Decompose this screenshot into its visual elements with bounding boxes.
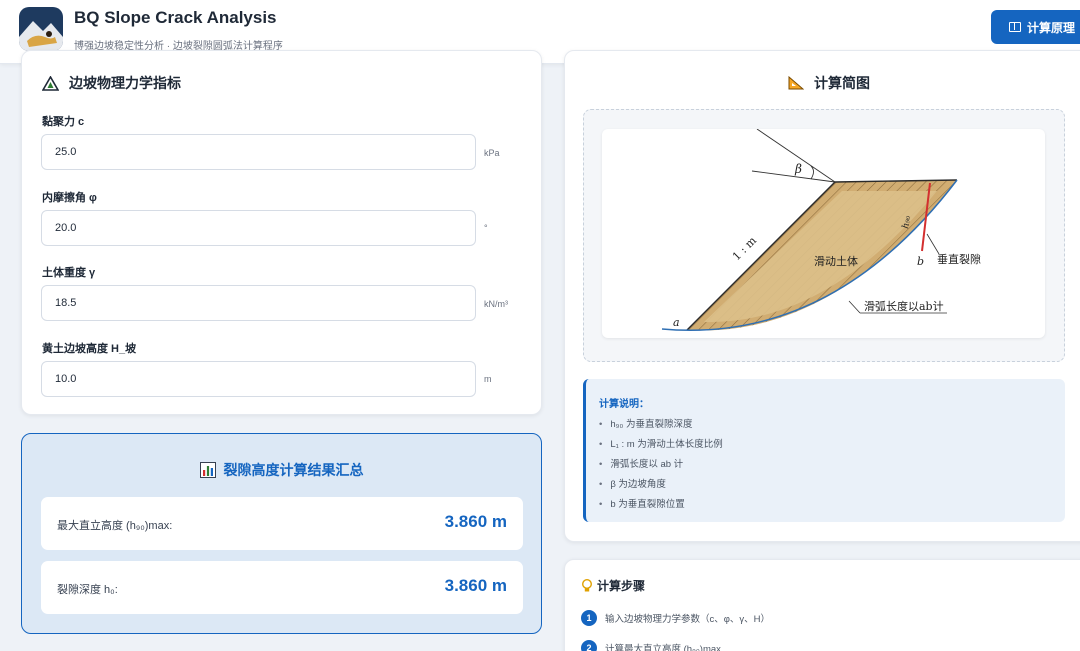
diagram-frame: β 1 : m 滑动土体 h₉₀ b 垂直裂隙 a 滑弧长度以ab计 [583, 109, 1065, 362]
note-item: L₁ : m 为滑动土体长度比例 [599, 435, 722, 455]
a-label: a [673, 316, 680, 329]
unit-weight-input[interactable]: 18.5 [41, 285, 476, 321]
cohesion-input[interactable]: 25.0 [41, 134, 476, 170]
unit-weight-label: 土体重度 γ [42, 267, 96, 279]
result-row-max-height: 最大直立高度 (h₉₀)max: 3.860 m [41, 497, 523, 550]
set-square-icon [788, 76, 804, 90]
parameters-header: 边坡物理力学指标 [42, 73, 181, 93]
notes-title: 计算说明： [599, 399, 649, 410]
app-title: BQ Slope Crack Analysis [74, 8, 277, 27]
calculation-notes: 计算说明： h₉₀ 为垂直裂隙深度 L₁ : m 为滑动土体长度比例 滑弧长度以… [583, 379, 1065, 522]
app-logo [19, 7, 63, 51]
notes-list: h₉₀ 为垂直裂隙深度 L₁ : m 为滑动土体长度比例 滑弧长度以 ab 计 … [599, 415, 723, 515]
slope-height-input[interactable]: 10.0 [41, 361, 476, 397]
cohesion-label: 黏聚力 c [42, 116, 85, 128]
steps-title: 计算步骤 [597, 579, 646, 593]
bar-chart-icon [199, 462, 216, 478]
cohesion-unit: kPa [484, 148, 500, 158]
parameters-card: 边坡物理力学指标 黏聚力 c 25.0 kPa 内摩擦角 φ 20.0 ° 土体… [21, 50, 542, 415]
step-number: 1 [581, 610, 597, 626]
beta-label: β [794, 162, 802, 176]
diagram-title: 计算简图 [814, 75, 870, 91]
sliding-body-label: 滑动土体 [814, 254, 858, 268]
steps-header: 计算步骤 [581, 577, 645, 594]
step-text: 计算最大直立高度 (h₉₀)max [605, 644, 721, 651]
slope-height-unit: m [484, 374, 492, 384]
crack-depth-label: 裂隙深度 h₀: [57, 584, 118, 596]
arc-label: 滑弧长度以ab计 [864, 299, 944, 313]
steps-card: 计算步骤 1 输入边坡物理力学参数（c、φ、γ、H） 2 计算最大直立高度 (h… [564, 559, 1080, 651]
results-header: 裂隙高度计算结果汇总 [22, 460, 541, 480]
results-card: 裂隙高度计算结果汇总 最大直立高度 (h₉₀)max: 3.860 m 裂隙深度… [21, 433, 542, 634]
result-row-crack-depth: 裂隙深度 h₀: 3.860 m [41, 561, 523, 614]
arc-leader-line [848, 300, 861, 314]
lightbulb-icon [582, 578, 592, 591]
principle-button-label: 计算原理 [1027, 20, 1076, 35]
step-item: 1 输入边坡物理力学参数（c、φ、γ、H） [581, 610, 770, 626]
step-number: 2 [581, 640, 597, 651]
principle-button[interactable]: 计算原理 [991, 10, 1080, 44]
diagram-card: 计算简图 β 1 : m 滑动土体 h₉₀ b 垂直裂隙 a 滑弧长度以ab计 … [564, 50, 1080, 542]
slope-diagram-svg: β 1 : m 滑动土体 h₉₀ b 垂直裂隙 a 滑弧长度以ab计 [661, 129, 981, 331]
note-item: b 为垂直裂隙位置 [599, 495, 723, 515]
beta-arc [810, 165, 814, 180]
crack-leader-line [926, 233, 940, 255]
ratio-label: 1 : m [730, 234, 759, 263]
parameters-title: 边坡物理力学指标 [69, 75, 181, 91]
crack-depth-value: 3.860 m [444, 576, 507, 595]
friction-angle-label: 内摩擦角 φ [42, 192, 97, 204]
max-height-label: 最大直立高度 (h₉₀)max: [57, 520, 173, 532]
slope-height-label: 黄土边坡高度 H_坡 [42, 343, 137, 355]
step-text: 输入边坡物理力学参数（c、φ、γ、H） [605, 614, 771, 625]
b-label: b [917, 255, 924, 268]
note-item: h₉₀ 为垂直裂隙深度 [599, 415, 723, 435]
note-item: 滑弧长度以 ab 计 [599, 455, 723, 475]
warning-triangle-icon [42, 75, 59, 91]
crack-label: 垂直裂隙 [937, 252, 981, 266]
unit-weight-unit: kN/m³ [484, 299, 508, 309]
friction-angle-unit: ° [484, 223, 488, 233]
book-icon [1009, 22, 1021, 32]
friction-angle-input[interactable]: 20.0 [41, 210, 476, 246]
slope-diagram: β 1 : m 滑动土体 h₉₀ b 垂直裂隙 a 滑弧长度以ab计 [602, 129, 1045, 338]
step-item: 2 计算最大直立高度 (h₉₀)max [581, 640, 721, 651]
note-item: β 为边坡角度 [599, 475, 723, 495]
max-height-value: 3.860 m [444, 512, 507, 531]
diagram-header: 计算简图 [565, 73, 1080, 93]
results-title: 裂隙高度计算结果汇总 [223, 462, 364, 478]
slope-angle-ray-lower [751, 170, 836, 183]
